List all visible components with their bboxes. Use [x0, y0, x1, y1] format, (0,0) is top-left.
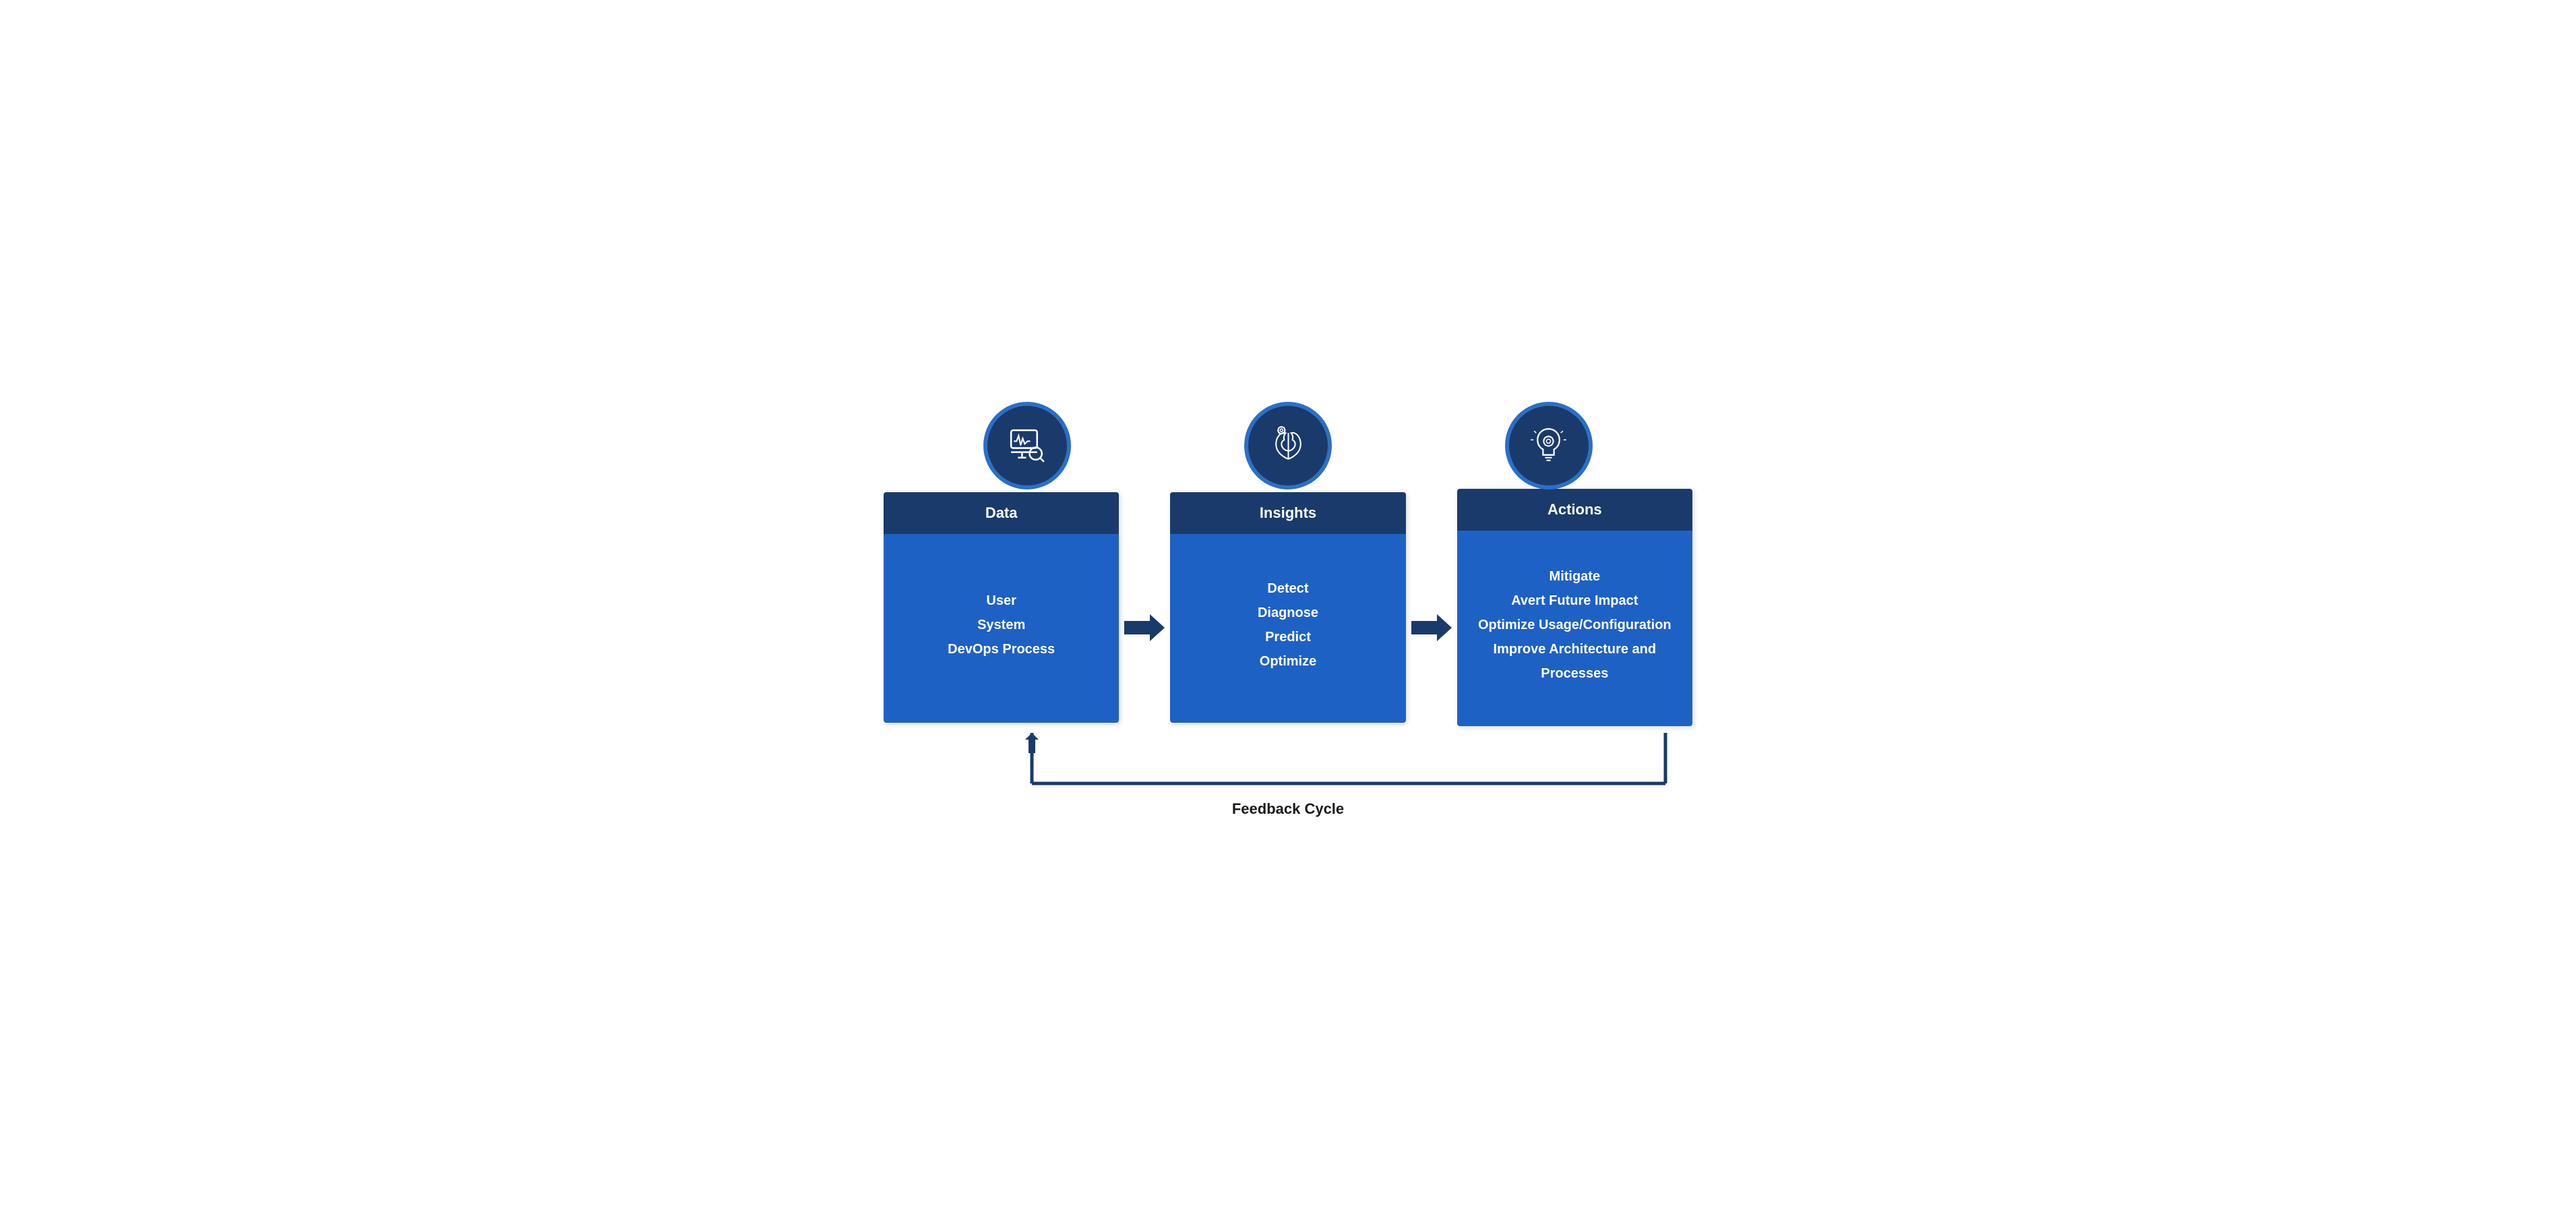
- actions-card-body: Mitigate Avert Future Impact Optimize Us…: [1457, 531, 1692, 726]
- actions-item-mitigate: Mitigate: [1550, 564, 1601, 589]
- feedback-cycle-label: Feedback Cycle: [897, 800, 1679, 818]
- data-item-devops: DevOps Process: [948, 637, 1055, 661]
- data-icon-container: [897, 402, 1158, 489]
- icons-row: [884, 402, 1692, 489]
- actions-item-improve: Improve Architecture and Processes: [1471, 637, 1679, 686]
- actions-card: Actions Mitigate Avert Future Impact Opt…: [1457, 489, 1692, 726]
- actions-card-header: Actions: [1457, 489, 1692, 531]
- insights-card-title: Insights: [1260, 504, 1316, 521]
- brain-gear-icon: [1266, 423, 1310, 467]
- actions-item-optimize: Optimize Usage/Configuration: [1478, 613, 1672, 637]
- data-card: Data User System DevOps Process: [884, 492, 1119, 723]
- insights-item-predict: Predict: [1265, 625, 1311, 649]
- insights-icon-container: [1158, 402, 1419, 489]
- feedback-row: Feedback Cycle: [884, 733, 1692, 818]
- data-card-header: Data: [884, 492, 1119, 534]
- actions-card-title: Actions: [1547, 501, 1602, 518]
- arrow-2-icon: [1411, 611, 1452, 645]
- arrow-1-icon: [1124, 611, 1165, 645]
- feedback-cycle-svg: [897, 733, 1679, 794]
- cards-row: Data User System DevOps Process Insights…: [884, 489, 1692, 726]
- arrow-1: [1119, 611, 1170, 645]
- arrow-2: [1406, 611, 1457, 645]
- insights-circle-icon: [1244, 402, 1332, 489]
- insights-item-diagnose: Diagnose: [1258, 601, 1318, 625]
- data-item-user: User: [986, 589, 1016, 613]
- actions-icon-container: [1418, 402, 1679, 489]
- data-item-system: System: [977, 613, 1025, 637]
- actions-item-avert: Avert Future Impact: [1511, 589, 1638, 613]
- insights-item-optimize: Optimize: [1260, 649, 1316, 674]
- insights-card: Insights Detect Diagnose Predict Optimiz…: [1170, 492, 1405, 723]
- insights-card-header: Insights: [1170, 492, 1405, 534]
- data-card-title: Data: [985, 504, 1018, 521]
- insights-card-body: Detect Diagnose Predict Optimize: [1170, 534, 1405, 723]
- data-card-body: User System DevOps Process: [884, 534, 1119, 723]
- lightbulb-gear-icon: [1527, 423, 1570, 467]
- feedback-line-container: [897, 733, 1679, 794]
- insights-item-detect: Detect: [1267, 576, 1308, 601]
- monitor-search-icon: [1006, 423, 1049, 467]
- diagram-wrapper: Data User System DevOps Process Insights…: [884, 402, 1692, 818]
- data-circle-icon: [983, 402, 1071, 489]
- actions-circle-icon: [1505, 402, 1593, 489]
